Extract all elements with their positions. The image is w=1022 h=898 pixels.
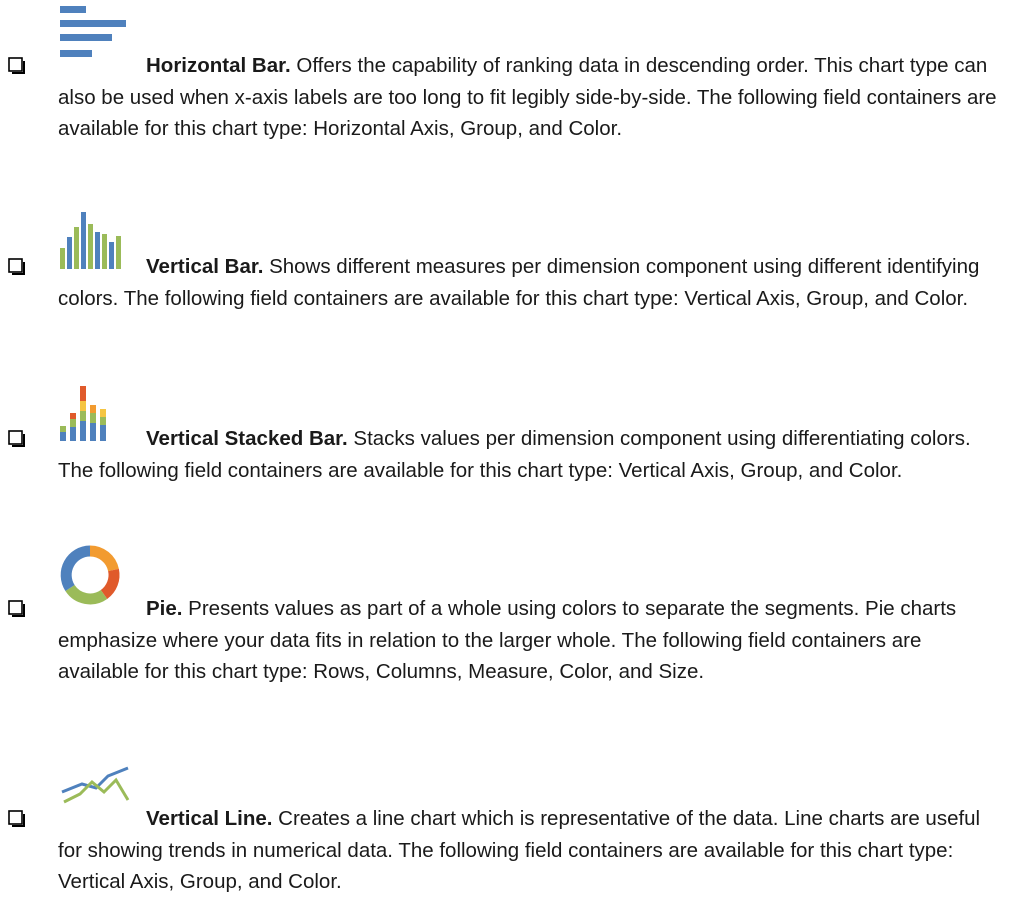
list-item-text: Vertical Bar. Shows different measures p…: [58, 251, 1006, 314]
list-item-term: Vertical Stacked Bar.: [146, 427, 348, 450]
list-item-term: Vertical Line.: [146, 807, 273, 830]
list-item-term: Pie.: [146, 597, 183, 620]
checkbox-bullet-icon: [8, 810, 25, 827]
list-item-text: Pie. Presents values as part of a whole …: [58, 593, 1006, 688]
list-item-term: Vertical Bar.: [146, 255, 264, 278]
checkbox-bullet-icon: [8, 57, 25, 74]
list-item-text: Vertical Line. Creates a line chart whic…: [58, 803, 1006, 898]
list-item-text: Vertical Stacked Bar. Stacks values per …: [58, 423, 1006, 486]
checkbox-bullet-icon: [8, 600, 25, 617]
list-item-text: Horizontal Bar. Offers the capability of…: [58, 50, 1006, 145]
list-item-description: Presents values as part of a whole using…: [58, 597, 957, 684]
checkbox-bullet-icon: [8, 430, 25, 447]
checkbox-bullet-icon: [8, 258, 25, 275]
list-item-term: Horizontal Bar.: [146, 54, 291, 77]
